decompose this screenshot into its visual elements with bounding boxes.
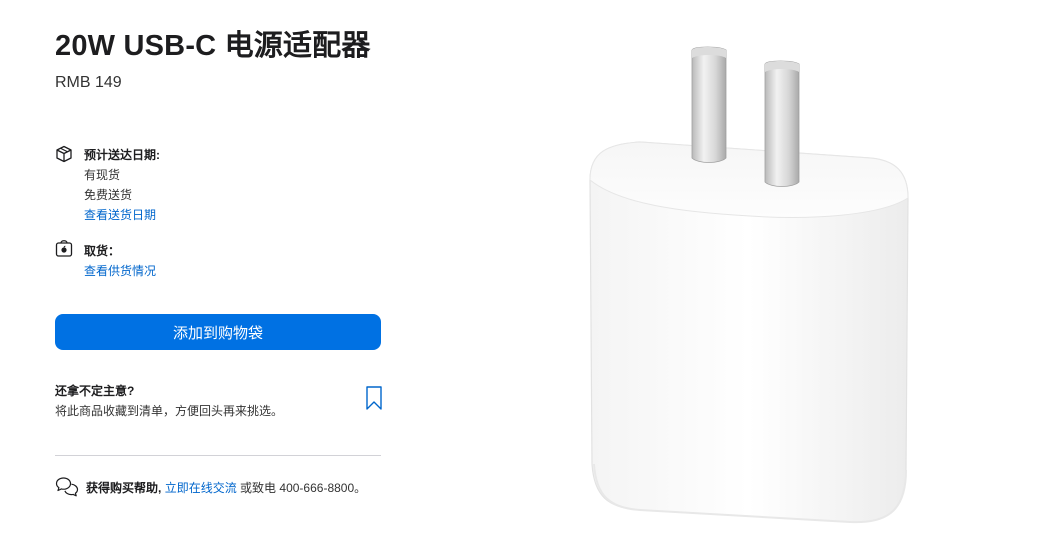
pickup-title: 取货： xyxy=(84,244,121,258)
help-label: 获得购买帮助, xyxy=(86,481,162,495)
phone-number: 400-666-8800。 xyxy=(279,481,367,495)
product-price: RMB 149 xyxy=(55,74,122,91)
bookmark-icon[interactable] xyxy=(364,385,384,411)
pickup-availability-link[interactable]: 查看供货情况 xyxy=(84,262,156,279)
save-for-later-description: 将此商品收藏到清单，方便回头再来挑选。 xyxy=(55,404,284,418)
box-icon xyxy=(56,145,72,163)
add-to-bag-button[interactable]: 添加到购物袋 xyxy=(55,314,381,350)
or-call-text: 或致电 xyxy=(240,481,277,495)
purchase-help: 获得购买帮助, 立即在线交流 或致电 400-666-8800。 xyxy=(55,476,385,498)
apple-bag-icon xyxy=(55,240,73,257)
delivery-shipping: 免费送货 xyxy=(84,188,133,202)
save-for-later-title: 还拿不定主意? xyxy=(55,384,135,398)
delivery-status: 有现货 xyxy=(84,168,121,182)
help-text: 获得购买帮助, 立即在线交流 或致电 400-666-8800。 xyxy=(86,479,366,496)
chat-bubbles-icon xyxy=(55,477,79,497)
power-adapter-image xyxy=(589,46,909,524)
chat-now-link[interactable]: 立即在线交流 xyxy=(165,481,237,495)
delivery-title: 预计送达日期: xyxy=(84,148,160,162)
delivery-dates-link[interactable]: 查看送货日期 xyxy=(84,206,156,223)
divider xyxy=(55,455,381,456)
product-title: 20W USB-C 电源适配器 xyxy=(55,30,371,62)
